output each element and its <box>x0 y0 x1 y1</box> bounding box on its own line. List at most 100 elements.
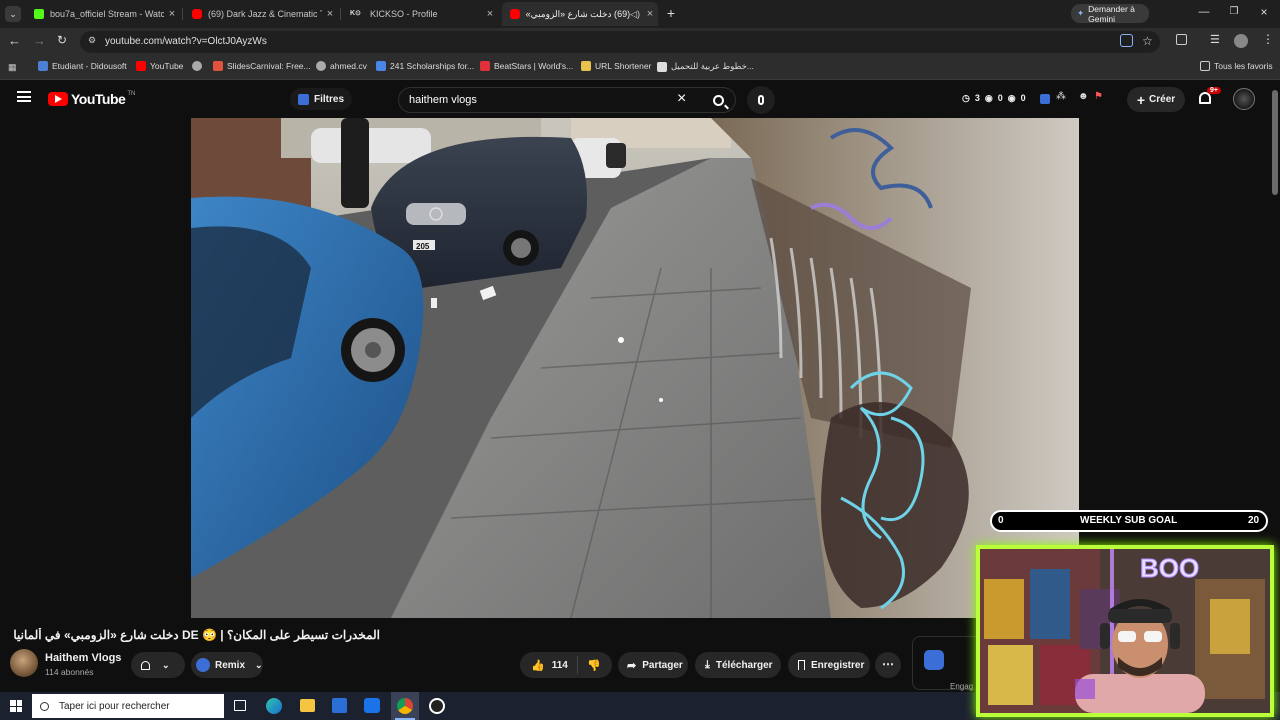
reading-list-icon[interactable]: ☰ <box>1210 33 1220 46</box>
voice-search-button[interactable] <box>747 86 775 114</box>
apps-grid-icon[interactable]: ▦ <box>8 62 17 73</box>
kickso-app-icon[interactable] <box>429 698 445 714</box>
chevron-down-icon: ⌄ <box>162 659 170 670</box>
engagement-panel: Engag <box>912 636 982 691</box>
bookmark-item[interactable]: YouTube <box>136 61 183 71</box>
chrome-icon[interactable] <box>397 698 413 714</box>
clear-search-icon[interactable]: × <box>677 90 686 108</box>
youtube-play-icon <box>48 92 68 106</box>
forward-button[interactable]: → <box>33 33 46 48</box>
back-button[interactable]: ← <box>8 33 21 48</box>
share-button[interactable]: ➦ Partager <box>618 652 688 678</box>
search-input[interactable]: haithem vlogs × <box>398 87 736 113</box>
filters-icon <box>298 93 309 105</box>
reload-button[interactable]: ↻ <box>57 33 67 47</box>
subscriber-count: 114 abonnés <box>45 667 94 677</box>
bookmark-item[interactable]: URL Shortener <box>581 61 651 71</box>
streamer-webcam: BOO <box>976 545 1274 717</box>
sub-goal-target: 20 <box>1248 515 1260 526</box>
gemini-label: Demander à Gemini <box>1088 3 1135 24</box>
windows-start-icon[interactable] <box>10 700 22 712</box>
browser-tab[interactable]: (69) Dark Jazz & Cinematic Trip × <box>184 2 338 26</box>
notifications-button[interactable]: 9+ <box>1198 87 1221 108</box>
site-info-icon[interactable]: ⚙ <box>88 35 96 46</box>
didousoft-icon <box>38 61 48 71</box>
close-tab-icon[interactable]: × <box>482 8 498 20</box>
page-scrollbar[interactable] <box>1272 90 1278 195</box>
install-app-icon[interactable] <box>1120 34 1133 47</box>
bookmark-item[interactable]: 241 Scholarships for... <box>376 61 474 71</box>
gemini-icon: ✦ <box>1077 8 1085 18</box>
bookmark-item[interactable]: خطوط عربية للتحميل... <box>657 61 754 72</box>
browser-menu-icon[interactable]: ⋮ <box>1262 32 1274 46</box>
speaker-icon[interactable]: ◁) <box>630 9 640 20</box>
youtube-icon <box>136 61 146 71</box>
task-view-icon[interactable] <box>234 700 246 711</box>
create-button[interactable]: + Créer <box>1127 87 1185 112</box>
close-tab-icon[interactable]: × <box>164 8 180 20</box>
browser-tab-active[interactable]: (69) دخلت شارع «الزومبي» ف ◁) × <box>502 2 658 26</box>
beatstars-icon <box>480 61 490 71</box>
close-tab-icon[interactable]: × <box>322 8 338 20</box>
download-button[interactable]: ⤓ Télécharger <box>695 652 781 678</box>
like-button[interactable]: 👍 114 <box>520 656 578 674</box>
remix-button[interactable]: Remix ⌄ <box>191 652 263 678</box>
iq-icon[interactable] <box>924 650 944 670</box>
store-icon[interactable] <box>332 698 347 713</box>
account-avatar[interactable] <box>1233 88 1255 110</box>
bookmark-star-icon[interactable]: ☆ <box>1142 34 1153 48</box>
edge-icon[interactable] <box>266 698 282 714</box>
bookmark-item[interactable]: ahmed.cv <box>316 61 367 71</box>
close-tab-icon[interactable]: × <box>642 8 658 20</box>
address-bar[interactable]: ⚙ youtube.com/watch?v=OlctJ0AyzWs ☆ <box>80 31 1160 53</box>
user-extension-icon[interactable]: ☻ <box>1078 91 1089 102</box>
gemini-button[interactable]: ✦ Demander à Gemini <box>1071 3 1149 24</box>
file-explorer-icon[interactable] <box>300 699 315 712</box>
save-button[interactable]: Enregistrer <box>788 652 870 678</box>
alert-extension-icon[interactable]: ⚑ <box>1094 91 1103 102</box>
video-player[interactable]: 205 <box>191 118 1079 618</box>
iq-extension-icon[interactable] <box>1040 94 1050 104</box>
neon-sign: BOO <box>1140 553 1199 583</box>
eye-icon: ◉ <box>1007 93 1016 103</box>
bookmark-item[interactable]: SlidesCarnival: Free... <box>213 61 311 71</box>
mail-icon[interactable] <box>364 698 380 713</box>
bookmark-item[interactable]: Etudiant - Didousoft <box>38 61 127 71</box>
license-plate: 205 <box>416 242 430 251</box>
search-button[interactable] <box>700 87 736 113</box>
thumbs-up-icon: 👍 <box>531 659 545 672</box>
bookmark-item[interactable]: BeatStars | World's... <box>480 61 573 71</box>
arabic-fonts-icon <box>657 61 667 72</box>
close-window-button[interactable]: × <box>1256 5 1272 19</box>
translate-icon[interactable]: ⁂ <box>1056 91 1066 102</box>
eye-icon: ◉ <box>984 93 993 103</box>
extensions-icon[interactable] <box>1176 34 1187 45</box>
youtube-wordmark: YouTube <box>71 91 126 107</box>
bookmark-item[interactable] <box>192 61 206 71</box>
hamburger-menu-icon[interactable] <box>17 91 31 102</box>
profile-avatar[interactable] <box>1234 34 1248 48</box>
search-placeholder: Taper ici pour rechercher <box>59 700 170 712</box>
microphone-icon <box>758 95 764 105</box>
taskbar-search-input[interactable]: Taper ici pour rechercher <box>32 694 224 718</box>
browser-tab[interactable]: K⊙ KICKSO - Profile × <box>342 2 498 26</box>
dislike-button[interactable]: 👎 <box>578 659 601 672</box>
new-tab-button[interactable]: + <box>664 5 678 21</box>
restore-button[interactable]: ❐ <box>1226 6 1242 17</box>
kickso-icon: K⊙ <box>350 10 361 17</box>
channel-name[interactable]: Haithem Vlogs <box>45 652 121 664</box>
thumbs-down-icon: 👎 <box>587 659 601 672</box>
tab-search-button[interactable]: ⌄ <box>5 6 21 22</box>
browser-tab[interactable]: bou7a_officiel Stream - Watch L × <box>26 2 180 26</box>
slidescarnival-icon <box>213 61 223 71</box>
minimize-button[interactable]: — <box>1196 6 1212 18</box>
youtube-icon <box>510 9 520 19</box>
bookmarks-bar: ▦ Etudiant - Didousoft YouTube SlidesCar… <box>0 56 1280 80</box>
all-bookmarks[interactable]: Tous les favoris <box>1200 61 1273 71</box>
youtube-logo[interactable]: YouTube TN <box>48 91 135 107</box>
filters-button[interactable]: Filtres <box>290 88 353 110</box>
channel-avatar[interactable] <box>10 649 38 677</box>
search-query: haithem vlogs <box>409 94 477 106</box>
more-actions-button[interactable]: ⋯ <box>875 652 901 678</box>
subscription-bell-button[interactable]: ⌄ <box>131 652 185 678</box>
